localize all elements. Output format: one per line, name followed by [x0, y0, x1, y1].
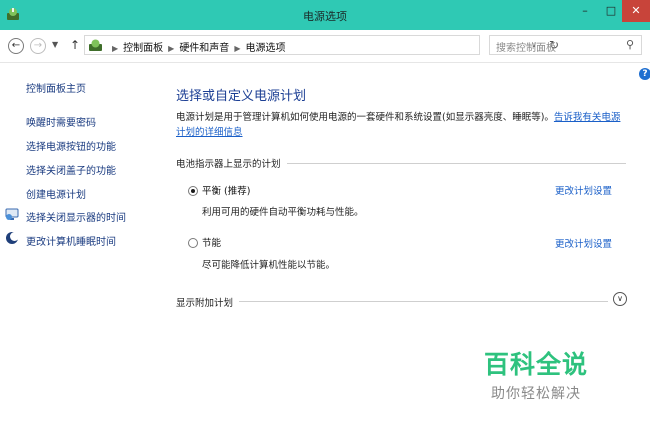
back-arrow-icon[interactable]: ← [8, 38, 24, 54]
watermark-title: 百科全说 [484, 350, 589, 379]
breadcrumb-hardware-sound[interactable]: 硬件和声音 [179, 43, 229, 54]
sidebar-item-lid-close[interactable]: 选择关闭盖子的功能 [26, 162, 116, 177]
plan-balanced-radio[interactable] [188, 186, 198, 196]
plan-balanced-settings-link[interactable]: 更改计划设置 [555, 183, 612, 197]
sidebar-item-power-button[interactable]: 选择电源按钮的功能 [26, 138, 116, 153]
page-title: 选择或自定义电源计划 [176, 89, 307, 104]
navigation-bar: ← → ▼ ↑ ▶ 控制面板 ▶ 硬件和声音 ▶ 电源选项 ∨ ↻ 搜索控制面板 ⚲ [0, 30, 650, 63]
plan-balanced-name[interactable]: 平衡 (推荐) [202, 183, 250, 197]
plan-power-saver-radio[interactable] [188, 238, 198, 248]
section-divider [176, 301, 608, 302]
plan-balanced-description: 利用可用的硬件自动平衡功耗与性能。 [202, 207, 364, 218]
close-button[interactable]: ✕ [622, 0, 650, 22]
minimize-button[interactable]: – [572, 0, 598, 22]
breadcrumb-control-panel[interactable]: 控制面板 [123, 43, 163, 54]
control-panel-icon [89, 39, 102, 51]
chevron-down-icon[interactable]: ∨ [613, 292, 627, 306]
help-icon[interactable]: ? [639, 68, 650, 80]
moon-icon [6, 232, 19, 244]
additional-plans-label[interactable]: 显示附加计划 [176, 295, 240, 309]
breadcrumb: ▶ 控制面板 ▶ 硬件和声音 ▶ 电源选项 [107, 39, 285, 54]
search-icon[interactable]: ⚲ [626, 38, 634, 51]
sidebar-item-wake-password[interactable]: 唤醒时需要密码 [26, 114, 96, 129]
window-title: 电源选项 [303, 10, 347, 23]
plan-power-saver-name[interactable]: 节能 [202, 235, 221, 249]
forward-arrow-icon[interactable]: → [30, 38, 46, 54]
chevron-right-icon[interactable]: ▶ [168, 44, 174, 53]
sidebar-item-create-plan[interactable]: 创建电源计划 [26, 186, 86, 201]
description-text: 电源计划是用于管理计算机如何使用电源的一套硬件和系统设置(如显示器亮度、睡眠等)… [176, 112, 554, 123]
maximize-button[interactable]: □ [598, 0, 624, 22]
sidebar-item-home[interactable]: 控制面板主页 [26, 80, 86, 95]
watermark-subtitle: 助你轻松解决 [491, 386, 581, 402]
chevron-right-icon[interactable]: ▶ [234, 44, 240, 53]
page-description: 电源计划是用于管理计算机如何使用电源的一套硬件和系统设置(如显示器亮度、睡眠等)… [176, 110, 628, 140]
plan-power-saver-settings-link[interactable]: 更改计划设置 [555, 236, 612, 250]
search-box[interactable]: 搜索控制面板 ⚲ [489, 35, 642, 55]
sidebar-item-sleep-time[interactable]: 更改计算机睡眠时间 [26, 233, 116, 248]
address-bar[interactable]: ▶ 控制面板 ▶ 硬件和声音 ▶ 电源选项 ∨ ↻ [84, 35, 559, 55]
breadcrumb-power-options[interactable]: 电源选项 [245, 43, 285, 54]
chevron-right-icon: ▶ [112, 44, 119, 53]
recent-locations-chevron-icon[interactable]: ▼ [52, 40, 58, 49]
battery-plans-label: 电池指示器上显示的计划 [176, 156, 287, 170]
display-icon [5, 208, 19, 220]
up-arrow-icon[interactable]: ↑ [70, 38, 80, 52]
sidebar-item-display-off[interactable]: 选择关闭显示器的时间 [26, 209, 126, 224]
plan-power-saver-description: 尽可能降低计算机性能以节能。 [202, 260, 336, 271]
title-bar: 电源选项 – □ ✕ [0, 0, 650, 30]
search-input[interactable]: 搜索控制面板 [496, 39, 556, 54]
